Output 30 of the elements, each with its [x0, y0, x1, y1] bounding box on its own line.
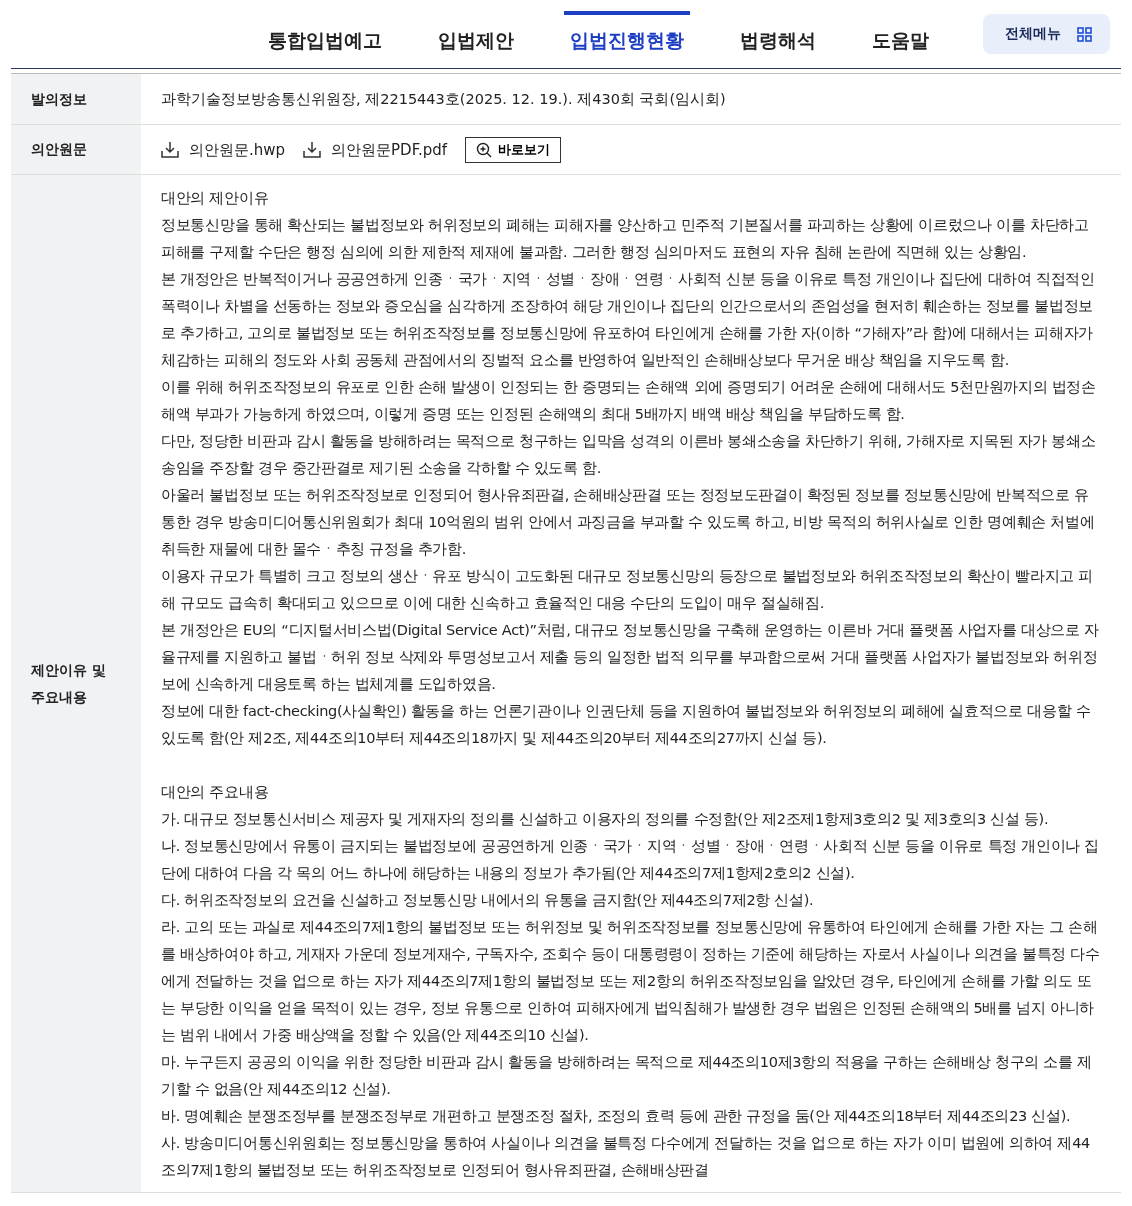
- paragraph: 나. 정보통신망에서 유통이 금지되는 불법정보에 공공연하게 인종ㆍ국가ㆍ지역ㆍ성별ㆍ장애ㆍ연령ㆍ사회적 신분 등을 이유로 특정 개인이나 집단에 대하여 다음 각 목의 어느 하나에 해당하는 내용의 정보가 추가됨(안 제44조의7제1항제2호의2 신설).: [161, 837, 1101, 883]
- paragraph: 정보에 대한 fact-checking(사실확인) 활동을 하는 언론기관이나 인권단체 등을 지원하여 불법정보와 허위정보의 폐해에 실효적으로 대응할 수 있도록 함(안 제2조, 제44조의10부터 제44조의18까지 및 제44조의20부터 제44조의27까지 신설 등).: [161, 702, 1092, 748]
- row-label: 제안이유 및 주요내용: [11, 175, 141, 1192]
- paragraph: 본 개정안은 EU의 “디지털서비스법(Digital Service Act)”처럼, 대규모 정보통신망을 구축해 운영하는 이른바 거대 플랫폼 사업자를 대상으로 자율규제를 지원하고 불법ㆍ허위 정보 삭제와 투명성보고서 제출 등의 일정한 법적 의무를 부과함으로써 거대 플랫폼 사업자가 불법정보와 허위정보에 신속하게 대응토록 하는 법체계를 도입하였음.: [161, 621, 1100, 694]
- section-title: 대안의 주요내용: [161, 783, 270, 802]
- row-label: 의안원문: [11, 125, 141, 174]
- all-menu-button[interactable]: 전체메뉴: [983, 14, 1110, 54]
- proposal-info: 과학기술정보방송통신위원장, 제2215443호(2025. 12. 19.). 제430회 국회(임시회): [161, 91, 726, 107]
- paragraph: 이용자 규모가 특별히 크고 정보의 생산ㆍ유포 방식이 고도화된 대규모 정보통신망의 등장으로 불법정보와 허위조작정보의 확산이 빨라지고 피해 규모도 급속히 확대되고 있으므로 이에 대한 신속하고 효율적인 대응 수단의 도입이 매우 절실해짐.: [161, 567, 1094, 613]
- nav-tab[interactable]: 도움말: [866, 11, 935, 67]
- row-label: 발의정보: [11, 74, 141, 124]
- section-title: 대안의 제안이유: [161, 189, 270, 208]
- paragraph: 바. 명예훼손 분쟁조정부를 분쟁조정부로 개편하고 분쟁조정 절차, 조정의 효력 등에 관한 규정을 둠(안 제44조의18부터 제44조의23 신설).: [161, 1107, 1072, 1126]
- paragraph: 정보통신망을 통해 확산되는 불법정보와 허위정보의 폐해는 피해자를 양산하고 민주적 기본질서를 파괴하는 상황에 이르렀으나 이를 차단하고 피해를 구제할 수단은 행정 심의에 의한 제한적 제재에 불과함. 그러한 행정 심의마저도 표현의 자유 침해 논란에 직면해 있는 상황임.: [161, 216, 1090, 262]
- nav-tab[interactable]: 법령해석: [734, 11, 822, 67]
- paragraph: 이를 위해 허위조작정보의 유포로 인한 손해 발생이 인정되는 한 증명되는 손해액 외에 증명되기 어려운 손해에 대해서도 5천만원까지의 법정손해액 부과가 가능하게 하였으며, 이렇게 증명 또는 인정된 손해액의 최대 5배까지 배액 배상 책임을 부담하도록 함.: [161, 378, 1097, 424]
- paragraph: 다만, 정당한 비판과 감시 활동을 방해하려는 목적으로 청구하는 입막음 성격의 이른바 봉쇄소송을 차단하기 위해, 가해자로 지목된 자가 봉쇄소송임을 주장할 경우 중간판결로 제기된 소송을 각하할 수 있도록 함.: [161, 432, 1097, 478]
- paragraph: 라. 고의 또는 과실로 제44조의7제1항의 불법정보 또는 허위정보 및 허위조작정보를 정보통신망에 유통하여 타인에게 손해를 가한 자는 그 손해를 배상하여야 하고, 게재자 가운데 정보게재수, 구독자수, 조회수 등이 대통령령이 정하는 기준에 해당하는 자로서 사실이나 의견을 불특정 다수에게 전달하는 것을 업으로 하는 자가 제44조의7제1항의 불법정보 또는 제2항의 허위조작정보임을 알았던 경우, 타인에게 손해를 가할 의도 또는 부당한 이익을 얻을 목적이 있는 경우, 정보 유통으로 인하여 피해자에게 법익침해가 발생한 경우 법원은 인정된 손해액의 5배를 넘지 아니하는 범위 내에서 가중 배상액을 정할 수 있음(안 제44조의10 신설).: [161, 918, 1101, 1045]
- paragraph: 마. 누구든지 공공의 이익을 위한 정당한 비판과 감시 활동을 방해하려는 목적으로 제44조의10제3항의 적용을 구하는 손해배상 청구의 소를 제기할 수 없음(안 제44조의12 신설).: [161, 1053, 1093, 1099]
- nav-tab[interactable]: 입법진행현황: [564, 11, 690, 67]
- nav-tab[interactable]: 통합입법예고: [262, 11, 388, 67]
- nav-tab[interactable]: 입법제안: [432, 11, 520, 67]
- view-button[interactable]: 바로보기: [465, 136, 561, 163]
- paragraph: 가. 대규모 정보통신서비스 제공자 및 게재자의 정의를 신설하고 이용자의 정의를 수정함(안 제2조제1항제3호의2 및 제3호의3 신설 등).: [161, 810, 1050, 829]
- paragraph: 사. 방송미디어통신위원회는 정보통신망을 통하여 사실이나 의견을 불특정 다수에게 전달하는 것을 업으로 하는 자가 이미 법원에 의하여 제44조의7제1항의 불법정보 또는 허위조작정보로 인정되어 형사유죄판결, 손해배상판결: [161, 1134, 1091, 1180]
- paragraph: 본 개정안은 반복적이거나 공공연하게 인종ㆍ국가ㆍ지역ㆍ성별ㆍ장애ㆍ연령ㆍ사회적 신분 등을 이유로 특정 개인이나 집단에 대하여 직접적인 폭력이나 차별을 선동하는 정보와 증오심을 심각하게 조장하여 해당 개인이나 집단의 인간으로서의 존엄성을 현저히 훼손하는 정보를 불법정보로 추가하고, 고의로 불법정보 또는 허위조작정보를 정보통신망에 유포하여 타인에게 손해를 가한 자(이하 “가해자”라 함)에 대해서는 피해자가 체감하는 피해의 정도와 사회 공동체 관점에서의 징벌적 요소를 반영하여 일반적인 손해배상보다 무거운 배상 책임을 지우도록 함.: [161, 270, 1096, 370]
- paragraph: 다. 허위조작정보의 요건을 신설하고 정보통신망 내에서의 유통을 금지함(안 제44조의7제2항 신설).: [161, 891, 815, 910]
- file-download-link[interactable]: 의안원문.hwp: [161, 138, 286, 161]
- file-download-link[interactable]: 의안원문PDF.pdf: [303, 138, 447, 161]
- paragraph: 아울러 불법정보 또는 허위조작정보로 인정되어 형사유죄판결, 손해배상판결 또는 정정보도판결이 확정된 정보를 정보통신망에 반복적으로 유통한 경우 방송미디어통신위원회가 최대 10억원의 범위 안에서 과징금을 부과할 수 있도록 하고, 비방 목적의 허위사실로 인한 명예훼손 처벌에 취득한 재물에 대한 몰수ㆍ추칭 규정을 추가함.: [161, 486, 1096, 559]
